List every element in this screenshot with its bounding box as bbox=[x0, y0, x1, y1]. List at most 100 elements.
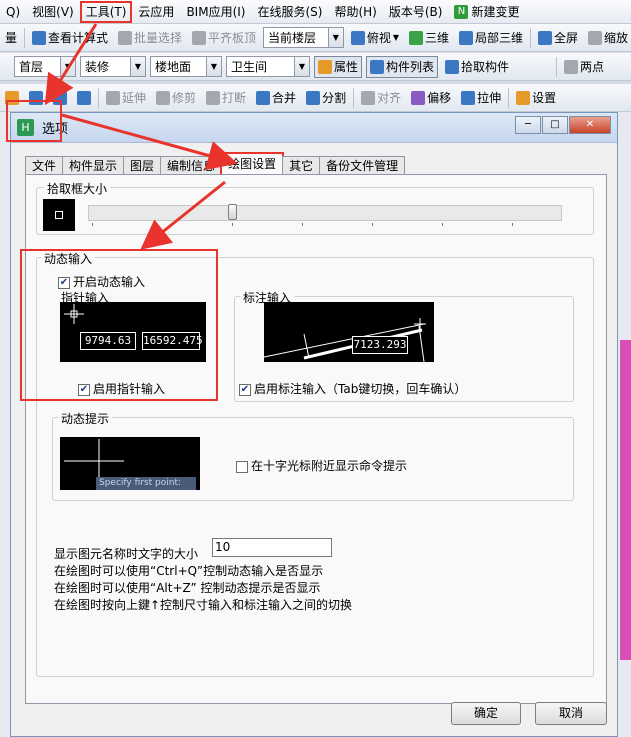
menu-version[interactable]: 版本号(B) bbox=[383, 1, 449, 23]
split-label: 分割 bbox=[322, 91, 347, 105]
show-prompt-label: 在十字光标附近显示命令提示 bbox=[251, 459, 408, 473]
toolbar-separator bbox=[24, 27, 25, 48]
pick-box-slider-thumb[interactable] bbox=[228, 204, 237, 220]
align-icon bbox=[361, 90, 376, 105]
extend-icon bbox=[106, 90, 120, 105]
dimension-line-icon bbox=[264, 318, 426, 362]
pick-box-group-label: 拾取框大小 bbox=[44, 180, 111, 197]
pick-box-slider[interactable] bbox=[88, 205, 562, 221]
break-icon bbox=[206, 90, 221, 105]
enable-dynamic-input-label: 开启动态输入 bbox=[73, 275, 146, 289]
zoom-button[interactable]: 缩放 bbox=[585, 27, 631, 49]
menu-cloud[interactable]: 云应用 bbox=[132, 1, 180, 23]
align-label: 对齐 bbox=[377, 91, 402, 105]
pencil-button[interactable] bbox=[2, 87, 22, 109]
ok-button[interactable]: 确定 bbox=[451, 702, 521, 725]
enable-dim-input-checkbox[interactable]: 启用标注输入（Tab键切换，回车确认） bbox=[239, 380, 466, 397]
zoom-icon bbox=[587, 30, 602, 45]
menu-new-change[interactable]: N 新建变更 bbox=[448, 1, 525, 23]
workspace-pink-bar bbox=[620, 340, 631, 660]
pick-box-preview bbox=[43, 199, 75, 231]
split-button[interactable]: 分割 bbox=[303, 87, 349, 109]
mirror-icon bbox=[29, 90, 43, 105]
merge-button[interactable]: 合并 bbox=[253, 87, 299, 109]
move-icon bbox=[53, 90, 67, 105]
menu-q[interactable]: Q) bbox=[0, 1, 26, 23]
align-slab-icon bbox=[191, 30, 206, 45]
component-type-value: 楼地面 bbox=[155, 60, 192, 74]
menu-online-service[interactable]: 在线服务(S) bbox=[251, 1, 328, 23]
chevron-down-icon: ▼ bbox=[206, 57, 221, 76]
menu-help[interactable]: 帮助(H) bbox=[328, 1, 382, 23]
pick-box-square-icon bbox=[55, 211, 63, 219]
offset-button[interactable]: 偏移 bbox=[408, 87, 454, 109]
shortcut-hints: 在绘图时可以使用“Ctrl+Q”控制动态输入是否显示 在绘图时可以使用“Alt+… bbox=[54, 563, 352, 614]
qty-label: 量 bbox=[5, 31, 18, 45]
batch-select-button[interactable]: 批量选择 bbox=[115, 27, 185, 49]
menu-view[interactable]: 视图(V) bbox=[26, 1, 80, 23]
tab-edit-info[interactable]: 编制信息 bbox=[160, 156, 223, 175]
category-value: 装修 bbox=[85, 60, 110, 74]
tab-backup-files[interactable]: 备份文件管理 bbox=[319, 156, 406, 175]
floor-view-combo[interactable]: 当前楼层 ▼ bbox=[263, 27, 344, 48]
hint-alt-z: 在绘图时可以使用“Alt+Z” 控制动态提示是否显示 bbox=[54, 581, 321, 595]
settings-icon bbox=[516, 90, 531, 105]
dialog-titlebar[interactable]: H 选项 ─ □ ✕ bbox=[11, 113, 617, 143]
two-points-button[interactable]: 两点 bbox=[561, 56, 607, 78]
component-type-combo[interactable]: 楼地面 ▼ bbox=[150, 56, 222, 77]
formula-icon bbox=[31, 30, 46, 45]
slider-tick bbox=[302, 223, 303, 226]
menu-new-change-label: 新建变更 bbox=[471, 4, 520, 19]
pick-component-button[interactable]: 拾取构件 bbox=[442, 56, 512, 78]
stretch-button[interactable]: 拉伸 bbox=[458, 87, 504, 109]
properties-button[interactable]: 属性 bbox=[314, 55, 363, 78]
3d-button[interactable]: 三维 bbox=[406, 27, 452, 49]
fullscreen-button[interactable]: 全屏 bbox=[535, 27, 581, 49]
component-list-button[interactable]: 构件列表 bbox=[366, 55, 439, 78]
enable-pointer-input-checkbox[interactable]: 启用指针输入 bbox=[78, 380, 165, 397]
toolbar-edit: 延伸 修剪 打断 合并 分割 对齐 偏移 拉伸 设置 bbox=[0, 84, 631, 112]
trim-button[interactable]: 修剪 bbox=[153, 87, 199, 109]
view-formula-button[interactable]: 查看计算式 bbox=[29, 27, 111, 49]
dialog-title: 选项 bbox=[42, 122, 69, 137]
close-button[interactable]: ✕ bbox=[569, 116, 611, 134]
show-prompt-checkbox[interactable]: 在十字光标附近显示命令提示 bbox=[236, 457, 407, 474]
tab-layer[interactable]: 图层 bbox=[123, 156, 162, 175]
category-combo[interactable]: 装修 ▼ bbox=[80, 56, 146, 77]
rotate-icon bbox=[77, 90, 91, 105]
tab-component-display[interactable]: 构件显示 bbox=[62, 156, 125, 175]
settings-button[interactable]: 设置 bbox=[513, 87, 559, 109]
menu-tools[interactable]: 工具(T) bbox=[79, 0, 133, 23]
chevron-down-icon: ▼ bbox=[392, 33, 399, 42]
cancel-button[interactable]: 取消 bbox=[535, 702, 607, 725]
tab-file[interactable]: 文件 bbox=[25, 156, 64, 175]
align-slab-top-button[interactable]: 平齐板顶 bbox=[189, 27, 259, 49]
break-button[interactable]: 打断 bbox=[203, 87, 249, 109]
enable-dynamic-input-checkbox[interactable]: 开启动态输入 bbox=[58, 273, 145, 290]
chevron-down-icon: ▼ bbox=[130, 57, 145, 76]
break-label: 打断 bbox=[222, 91, 247, 105]
align-button[interactable]: 对齐 bbox=[358, 87, 404, 109]
local-3d-button[interactable]: 局部三维 bbox=[456, 27, 526, 49]
minimize-button[interactable]: ─ bbox=[515, 116, 541, 134]
dynamic-prompt-preview: Specify first point: bbox=[60, 437, 200, 490]
offset-icon bbox=[411, 90, 426, 105]
floor-combo[interactable]: 首层 ▼ bbox=[14, 56, 76, 77]
workspace-left-edge bbox=[0, 112, 10, 737]
tab-other[interactable]: 其它 bbox=[282, 156, 321, 175]
label-size-input[interactable]: 10 bbox=[212, 538, 332, 557]
menu-bim[interactable]: BIM应用(I) bbox=[180, 1, 251, 23]
maximize-button[interactable]: □ bbox=[542, 116, 568, 134]
rotate-button[interactable] bbox=[74, 87, 94, 109]
move-button[interactable] bbox=[50, 87, 70, 109]
component-name-combo[interactable]: 卫生间 ▼ bbox=[226, 56, 310, 77]
tab-drawing-settings[interactable]: 绘图设置 bbox=[220, 152, 285, 176]
chevron-down-icon: ▼ bbox=[60, 57, 75, 76]
extend-button[interactable]: 延伸 bbox=[103, 87, 149, 109]
mirror-button[interactable] bbox=[26, 87, 46, 109]
qty-button[interactable]: 量 bbox=[2, 27, 20, 49]
view-formula-label: 查看计算式 bbox=[47, 31, 108, 45]
split-icon bbox=[306, 90, 321, 105]
toolbar-separator bbox=[508, 87, 510, 108]
top-view-button[interactable]: 俯视 ▼ bbox=[348, 27, 402, 49]
